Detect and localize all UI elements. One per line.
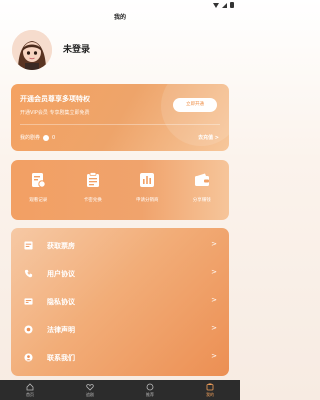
vip-subtitle: 开通VIP会员 专享剧集立即免费 bbox=[20, 110, 90, 116]
status-bar bbox=[0, 0, 240, 11]
box-office-icon bbox=[24, 241, 33, 250]
coin-icon bbox=[43, 134, 50, 141]
recharge-link[interactable]: 去充值 > bbox=[198, 134, 219, 141]
chevron-right-icon: > bbox=[211, 240, 217, 248]
phone-icon bbox=[24, 269, 33, 278]
username[interactable]: 未登录 bbox=[63, 42, 90, 55]
menu-item-label: 联系我们 bbox=[47, 354, 75, 362]
avatar[interactable] bbox=[12, 30, 52, 70]
tab-label: 追剧 bbox=[86, 392, 94, 397]
signal-icon bbox=[222, 2, 227, 8]
quick-action-share[interactable]: 分享赚钱 bbox=[175, 160, 230, 220]
quick-action-label: 分享赚钱 bbox=[192, 198, 211, 203]
tab-label: 首页 bbox=[26, 392, 34, 397]
heart-icon bbox=[86, 384, 94, 391]
legal-icon bbox=[24, 325, 33, 334]
quick-action-label: 观看记录 bbox=[29, 198, 48, 203]
quick-action-distributor[interactable]: 申请分销商 bbox=[120, 160, 175, 220]
menu-list: 获取票房 > 用户协议 > 隐私协议 > 法律声明 > 联系我们 > bbox=[11, 228, 229, 376]
tab-label: 推荐 bbox=[146, 392, 154, 397]
tab-home[interactable]: 首页 bbox=[0, 380, 60, 400]
contact-icon bbox=[24, 353, 33, 362]
distributor-icon bbox=[140, 173, 155, 187]
vip-card[interactable]: 开通会员尊享多项特权 开通VIP会员 专享剧集立即免费 立即开通 我的剧券 0 … bbox=[11, 84, 229, 151]
menu-item-label: 隐私协议 bbox=[47, 298, 75, 306]
profile-icon bbox=[206, 383, 214, 391]
quick-action-redeem[interactable]: 卡密兑换 bbox=[66, 160, 121, 220]
redeem-icon bbox=[86, 172, 99, 187]
chevron-right-icon: > bbox=[211, 296, 217, 304]
chevron-right-icon: > bbox=[211, 324, 217, 332]
tab-recommend[interactable]: 推荐 bbox=[120, 380, 180, 400]
wifi-icon bbox=[213, 2, 219, 8]
menu-item-legal[interactable]: 法律声明 > bbox=[11, 316, 229, 344]
vip-title: 开通会员尊享多项特权 bbox=[20, 95, 90, 103]
ticket-balance-value: 0 bbox=[52, 134, 56, 141]
menu-item-privacy[interactable]: 隐私协议 > bbox=[11, 288, 229, 316]
tab-follow[interactable]: 追剧 bbox=[60, 380, 120, 400]
status-icons bbox=[213, 2, 234, 8]
battery-icon bbox=[230, 2, 234, 8]
bottom-tab-bar: 首页 追剧 推荐 我的 bbox=[0, 380, 240, 400]
menu-item-label: 法律声明 bbox=[47, 326, 75, 334]
chevron-right-icon: > bbox=[211, 268, 217, 276]
ticket-balance-label: 我的剧券 bbox=[20, 135, 41, 141]
menu-item-label: 获取票房 bbox=[47, 242, 75, 250]
menu-item-user-agreement[interactable]: 用户协议 > bbox=[11, 260, 229, 288]
vip-divider bbox=[20, 124, 220, 125]
home-icon bbox=[26, 383, 34, 391]
menu-item-label: 用户协议 bbox=[47, 270, 75, 278]
history-icon bbox=[32, 173, 46, 188]
quick-action-label: 申请分销商 bbox=[136, 198, 159, 203]
avatar-image bbox=[12, 30, 52, 70]
tab-label: 我的 bbox=[206, 392, 214, 397]
wallet-icon bbox=[194, 173, 209, 186]
tab-profile[interactable]: 我的 bbox=[180, 380, 240, 400]
recommend-icon bbox=[146, 383, 154, 391]
vip-open-button[interactable]: 立即开通 bbox=[173, 98, 217, 112]
quick-action-label: 卡密兑换 bbox=[83, 198, 102, 203]
page-title: 我的 bbox=[113, 14, 126, 21]
quick-action-history[interactable]: 观看记录 bbox=[11, 160, 66, 220]
menu-item-contact[interactable]: 联系我们 > bbox=[11, 344, 229, 372]
ticket-balance: 我的剧券 0 bbox=[20, 134, 55, 141]
quick-actions: 观看记录 卡密兑换 申请分销商 分享赚钱 bbox=[11, 160, 229, 220]
chevron-right-icon: > bbox=[211, 352, 217, 360]
privacy-icon bbox=[24, 298, 33, 305]
menu-item-box-office[interactable]: 获取票房 > bbox=[11, 232, 229, 260]
